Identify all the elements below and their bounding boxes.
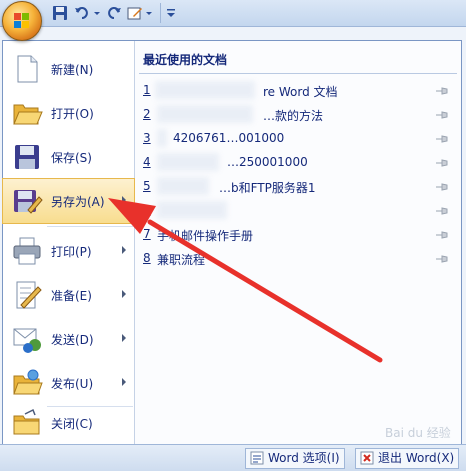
- save-disk-icon: [11, 141, 43, 173]
- word-options-button[interactable]: Word 选项(I): [245, 448, 345, 469]
- undo-icon[interactable]: [74, 5, 90, 21]
- close-folder-icon: [11, 407, 43, 439]
- recent-documents-title: 最近使用的文档: [143, 53, 228, 67]
- quick-access-toolbar: [0, 0, 466, 27]
- menu-item-label: 打开(O): [51, 107, 94, 121]
- recent-doc-number: 2: [143, 107, 151, 121]
- recent-doc-name: 手机邮件操作手册: [157, 229, 254, 243]
- menu-item-save-as[interactable]: 另存为(A): [2, 178, 135, 224]
- recent-doc-number: 6: [143, 203, 151, 217]
- menu-item-send[interactable]: 发送(D): [3, 317, 134, 361]
- menu-item-new[interactable]: 新建(N): [3, 47, 134, 91]
- edit-icon[interactable]: [127, 5, 143, 21]
- menu-item-label: 关闭(C): [51, 417, 93, 431]
- menu-item-label: 发布(U): [51, 377, 94, 391]
- pin-icon[interactable]: [435, 132, 449, 146]
- recent-doc-8[interactable]: 8 兼职流程: [143, 247, 453, 271]
- recent-doc-name: …b和FTP服务器1: [219, 181, 316, 195]
- recent-doc-name: 兼职流程: [157, 253, 206, 267]
- send-icon: [11, 323, 43, 355]
- exit-icon: [360, 451, 374, 465]
- submenu-arrow-icon: [122, 196, 126, 204]
- redaction-blur: [157, 201, 227, 219]
- recent-doc-name: …250001000: [227, 155, 308, 169]
- pin-icon[interactable]: [435, 252, 449, 266]
- redaction-blur: [157, 177, 209, 195]
- recent-doc-name: …款的方法: [263, 109, 324, 123]
- recent-doc-number: 4: [143, 155, 151, 169]
- submenu-arrow-icon: [122, 246, 126, 254]
- pin-icon[interactable]: [435, 228, 449, 242]
- redo-icon[interactable]: [106, 5, 122, 21]
- save-as-icon: [11, 185, 43, 217]
- menu-item-label: 保存(S): [51, 151, 92, 165]
- prepare-icon: [11, 279, 43, 311]
- recent-documents-panel: 最近使用的文档 1 re Word 文档 2 …款的方法 3 4206761…0…: [135, 41, 461, 445]
- menu-item-label: 发送(D): [51, 333, 94, 347]
- office-logo-icon: [14, 13, 30, 29]
- more-dropdown-icon[interactable]: [166, 5, 176, 21]
- menu-item-label: 另存为(A): [51, 195, 105, 209]
- menu-item-label: 新建(N): [51, 63, 94, 77]
- redaction-blur: [155, 81, 255, 99]
- pin-icon[interactable]: [435, 84, 449, 98]
- menu-item-publish[interactable]: 发布(U): [3, 361, 134, 405]
- recent-doc-name: re Word 文档: [263, 85, 338, 99]
- redaction-blur: [157, 153, 219, 171]
- pin-icon[interactable]: [435, 156, 449, 170]
- submenu-arrow-icon: [122, 378, 126, 386]
- watermark: Bai du 经验: [385, 426, 451, 440]
- menu-item-close[interactable]: 关闭(C): [3, 401, 134, 445]
- submenu-arrow-icon: [122, 290, 126, 298]
- pin-icon[interactable]: [435, 180, 449, 194]
- pin-icon[interactable]: [435, 108, 449, 122]
- recent-doc-number: 5: [143, 179, 151, 193]
- office-button[interactable]: [2, 1, 42, 41]
- printer-icon: [11, 235, 43, 267]
- menu-item-label: 准备(E): [51, 289, 92, 303]
- menu-footer: Word 选项(I) 退出 Word(X): [0, 444, 466, 471]
- recent-doc-name: 4206761…001000: [173, 131, 285, 145]
- menu-item-print[interactable]: 打印(P): [3, 229, 134, 273]
- save-icon[interactable]: [52, 5, 68, 21]
- pin-icon[interactable]: [435, 204, 449, 218]
- open-folder-icon: [11, 97, 43, 129]
- recent-doc-7[interactable]: 7 手机邮件操作手册: [143, 223, 453, 247]
- menu-item-open[interactable]: 打开(O): [3, 91, 134, 135]
- redaction-blur: [157, 129, 167, 147]
- customize-dropdown-icon[interactable]: [145, 5, 153, 21]
- word-options-label: Word 选项(I): [268, 451, 340, 465]
- undo-dropdown-icon[interactable]: [93, 5, 101, 21]
- menu-commands: 新建(N) 打开(O) 保存(S) 另存为(A) 打印(P) 准备(E) 发送(…: [2, 41, 135, 445]
- exit-word-button[interactable]: 退出 Word(X): [355, 448, 460, 469]
- new-document-icon: [11, 53, 43, 85]
- publish-icon: [11, 367, 43, 399]
- recent-doc-number: 3: [143, 131, 151, 145]
- menu-item-save[interactable]: 保存(S): [3, 135, 134, 179]
- options-icon: [250, 451, 264, 465]
- recent-doc-number: 7: [143, 227, 151, 241]
- exit-word-label: 退出 Word(X): [378, 451, 455, 465]
- menu-item-prepare[interactable]: 准备(E): [3, 273, 134, 317]
- office-menu: 新建(N) 打开(O) 保存(S) 另存为(A) 打印(P) 准备(E) 发送(…: [2, 40, 462, 446]
- recent-doc-number: 8: [143, 251, 151, 265]
- redaction-blur: [157, 105, 253, 123]
- recent-doc-number: 1: [143, 83, 151, 97]
- submenu-arrow-icon: [122, 334, 126, 342]
- menu-item-label: 打印(P): [51, 245, 92, 259]
- recent-doc-3[interactable]: 3 4206761…001000: [143, 127, 453, 151]
